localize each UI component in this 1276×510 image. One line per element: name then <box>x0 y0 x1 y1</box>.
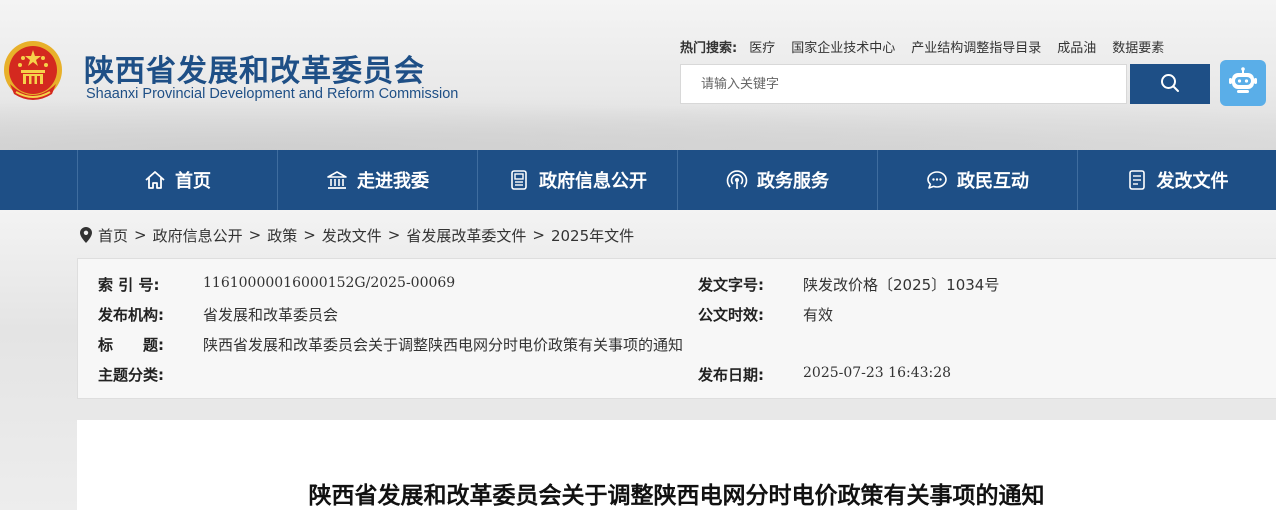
search-input[interactable] <box>680 64 1127 104</box>
index-number-label: 索 引 号: <box>98 276 160 294</box>
file-icon <box>1126 169 1148 191</box>
breadcrumb-separator: > <box>134 226 147 244</box>
nav-item-gov-info[interactable]: 政府信息公开 <box>477 150 677 210</box>
location-pin-icon <box>80 227 92 243</box>
article-title: 陕西省发展和改革委员会关于调整陕西电网分时电价政策有关事项的通知 <box>308 483 1045 509</box>
nav-item-about[interactable]: 走进我委 <box>277 150 477 210</box>
breadcrumb-separator: > <box>303 226 316 244</box>
title-value: 陕西省发展和改革委员会关于调整陕西电网分时电价政策有关事项的通知 <box>203 336 684 354</box>
publish-date-label: 发布日期: <box>698 366 764 384</box>
breadcrumb-item[interactable]: 发改文件 <box>322 225 382 246</box>
topic-label: 主题分类: <box>98 366 164 384</box>
search-button[interactable] <box>1130 64 1210 104</box>
hot-search-bar: 热门搜索: 医疗 国家企业技术中心 产业结构调整指导目录 成品油 数据要素 <box>680 37 1180 56</box>
site-header: 陕西省发展和改革委员会 Shaanxi Provincial Developme… <box>0 0 1276 150</box>
building-icon <box>326 169 348 191</box>
index-number-value: 11610000016000152G/2025-00069 <box>203 275 456 291</box>
nav-item-label: 政府信息公开 <box>539 171 647 192</box>
nav-item-label: 政务服务 <box>757 171 829 192</box>
publisher-value: 省发展和改革委员会 <box>203 306 339 324</box>
hot-search-label: 热门搜索: <box>680 40 738 56</box>
breadcrumb-item[interactable]: 省发展改革委文件 <box>406 225 526 246</box>
breadcrumb-separator: > <box>532 226 545 244</box>
main-navigation: 首页 走进我委 政府信息公开 政务服务 政民互动 发改文件 <box>0 150 1276 210</box>
search-icon <box>1160 73 1180 96</box>
breadcrumb-item-current[interactable]: 2025年文件 <box>551 225 634 246</box>
national-emblem-logo[interactable] <box>2 40 64 104</box>
validity-value: 有效 <box>803 306 834 324</box>
breadcrumb-item[interactable]: 政府信息公开 <box>153 225 243 246</box>
nav-item-services[interactable]: 政务服务 <box>677 150 877 210</box>
nav-item-home[interactable]: 首页 <box>77 150 277 210</box>
validity-label: 公文时效: <box>698 306 764 324</box>
hot-search-link[interactable]: 国家企业技术中心 <box>791 37 895 56</box>
breadcrumb: 首页 > 政府信息公开 > 政策 > 发改文件 > 省发展改革委文件 > 202… <box>80 225 634 245</box>
title-label: 标 题: <box>98 336 164 354</box>
nav-item-documents[interactable]: 发改文件 <box>1077 150 1276 210</box>
hot-search-link[interactable]: 产业结构调整指导目录 <box>911 37 1041 56</box>
nav-item-label: 走进我委 <box>357 171 429 192</box>
site-subtitle: Shaanxi Provincial Development and Refor… <box>86 86 459 102</box>
signal-icon <box>726 169 748 191</box>
breadcrumb-item-home[interactable]: 首页 <box>98 225 128 246</box>
nav-item-label: 政民互动 <box>957 171 1029 192</box>
publisher-label: 发布机构: <box>98 306 164 324</box>
document-metadata-panel: 索 引 号: 11610000016000152G/2025-00069 发文字… <box>77 258 1276 399</box>
breadcrumb-separator: > <box>387 226 401 244</box>
hot-search-link[interactable]: 数据要素 <box>1112 37 1164 56</box>
document-icon <box>508 169 530 191</box>
robot-icon <box>1228 67 1258 99</box>
home-icon <box>144 169 166 191</box>
nav-item-interaction[interactable]: 政民互动 <box>877 150 1077 210</box>
breadcrumb-item[interactable]: 政策 <box>267 225 297 246</box>
document-number-value: 陕发改价格〔2025〕1034号 <box>803 276 1000 294</box>
site-title[interactable]: 陕西省发展和改革委员会 <box>84 46 425 90</box>
breadcrumb-separator: > <box>248 226 262 244</box>
publish-date-value: 2025-07-23 16:43:28 <box>803 365 952 381</box>
document-number-label: 发文字号: <box>698 276 764 294</box>
nav-item-label: 发改文件 <box>1156 171 1229 192</box>
hot-search-link[interactable]: 医疗 <box>749 37 775 56</box>
ai-assistant-button[interactable] <box>1220 60 1266 106</box>
nav-item-label: 首页 <box>175 171 211 192</box>
hot-search-link[interactable]: 成品油 <box>1057 37 1096 56</box>
article-body: 陕西省发展和改革委员会关于调整陕西电网分时电价政策有关事项的通知 <box>77 420 1276 510</box>
chat-icon <box>926 169 948 191</box>
